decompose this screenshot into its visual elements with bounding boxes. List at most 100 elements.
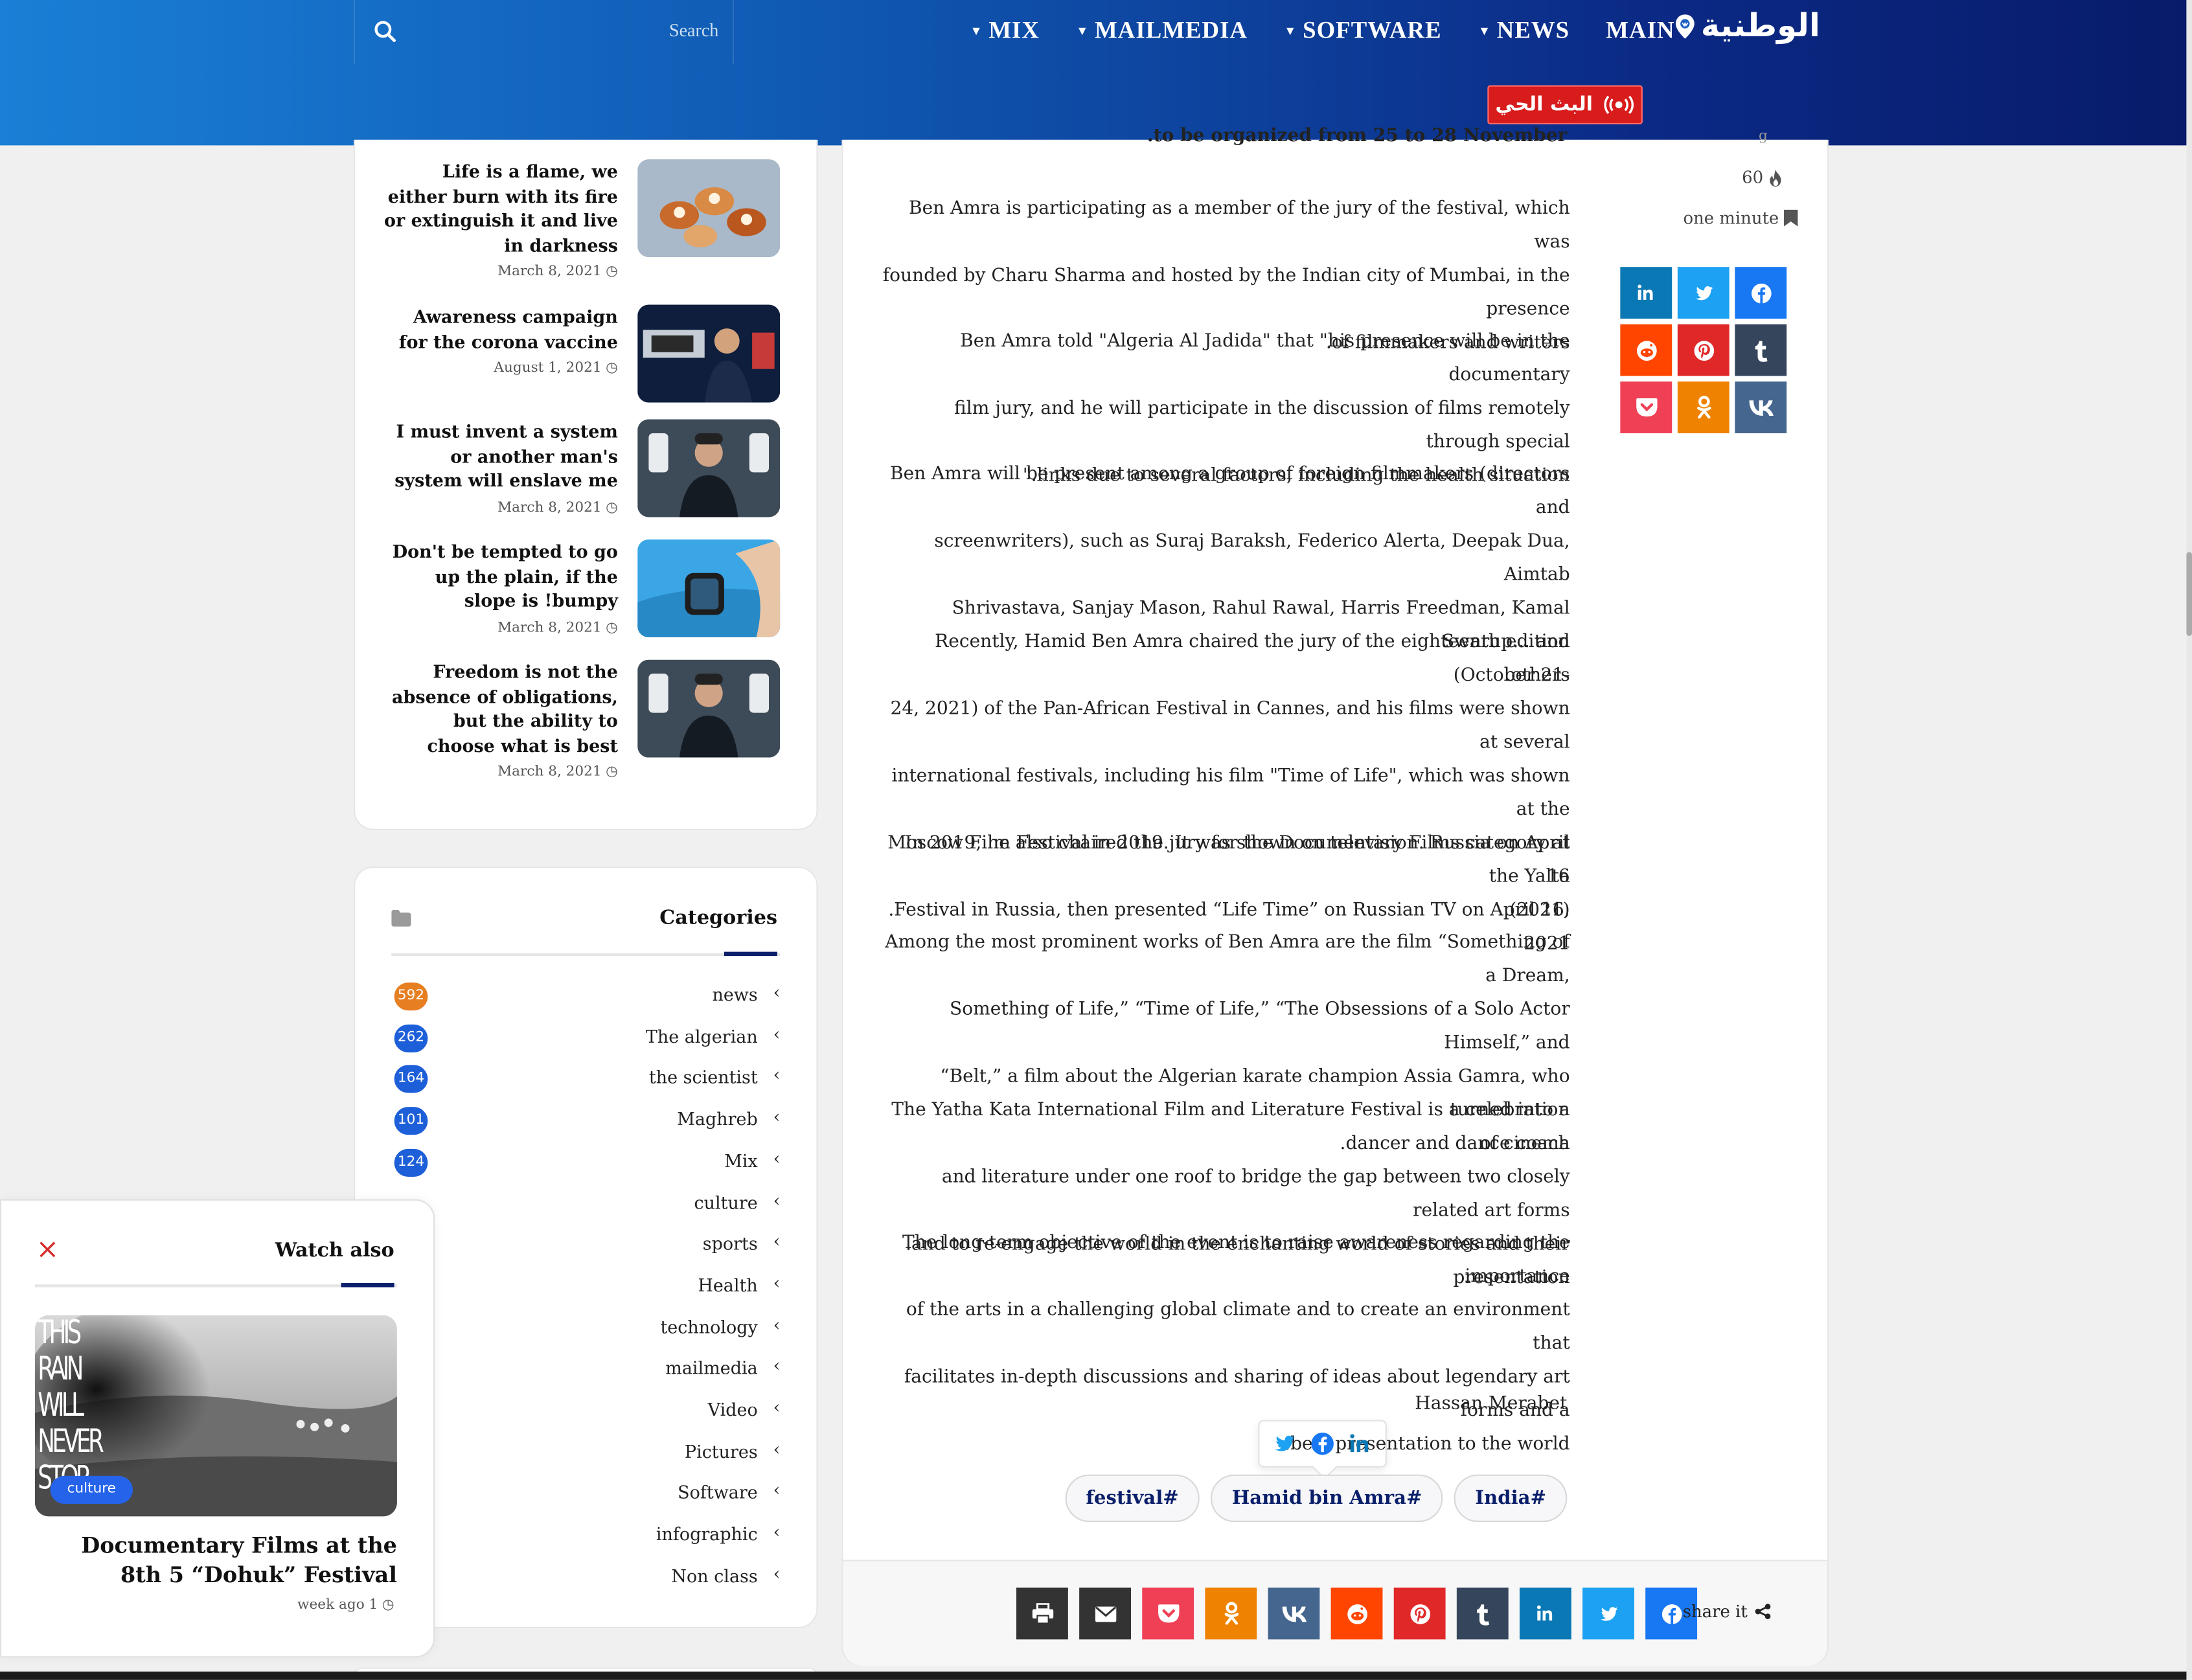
facebook-icon[interactable]: [1310, 1431, 1335, 1457]
category-item[interactable]: 101 Maghreb ‹: [391, 1106, 780, 1136]
nav-item-software[interactable]: ▼ SOFTWARE: [1284, 17, 1442, 45]
category-item[interactable]: infographic ‹: [391, 1521, 780, 1551]
recent-post-thumbnail[interactable]: [637, 539, 781, 638]
tag-pill[interactable]: festival#: [1065, 1474, 1200, 1523]
close-icon[interactable]: [38, 1240, 57, 1259]
side-share-pocket-button[interactable]: [1620, 381, 1673, 433]
category-name[interactable]: the scientist: [649, 1067, 758, 1087]
category-name[interactable]: Mix: [724, 1150, 757, 1171]
side-share-twitter-button[interactable]: [1677, 267, 1730, 319]
twitter-icon[interactable]: [1272, 1431, 1297, 1457]
category-item[interactable]: sports ‹: [391, 1230, 780, 1260]
watch-also-category-badge[interactable]: culture: [50, 1475, 133, 1504]
side-share-vk-button[interactable]: [1735, 381, 1787, 433]
nav-item-main[interactable]: MAIN: [1606, 17, 1674, 45]
recent-post[interactable]: Awareness campaign for the corona vaccin…: [383, 304, 791, 425]
side-share-facebook-button[interactable]: [1735, 267, 1787, 319]
category-item[interactable]: Software ‹: [391, 1479, 780, 1510]
category-name[interactable]: culture: [694, 1192, 758, 1212]
recent-post-thumbnail[interactable]: [637, 419, 781, 517]
recent-post-title[interactable]: I must invent a system or another man's …: [380, 419, 618, 492]
clock-icon: ◷: [606, 764, 618, 780]
side-share-reddit-button[interactable]: [1620, 324, 1673, 376]
clock-icon: ◷: [606, 360, 618, 376]
share-reddit-button[interactable]: [1330, 1587, 1383, 1640]
search-input[interactable]: [411, 11, 719, 51]
side-share-linkedin-button[interactable]: [1620, 267, 1673, 319]
categories-divider: [391, 953, 781, 957]
recent-post-thumbnail[interactable]: [637, 659, 781, 758]
category-item[interactable]: Video ‹: [391, 1396, 781, 1427]
recent-post-title[interactable]: Awareness campaign for the corona vaccin…: [380, 304, 618, 354]
chevron-left-icon: ‹: [773, 1314, 781, 1335]
recent-post[interactable]: I must invent a system or another man's …: [383, 419, 791, 539]
side-share-tumblr-button[interactable]: [1735, 324, 1787, 376]
share-odnoklassniki-button[interactable]: [1205, 1587, 1257, 1640]
category-name[interactable]: sports: [703, 1233, 758, 1254]
page-scrollbar[interactable]: [2186, 0, 2192, 1680]
logo-text: الوطنية: [1700, 8, 1820, 45]
share-twitter-button[interactable]: [1582, 1587, 1634, 1640]
recent-post-title[interactable]: Don't be tempted to go up the plain, if …: [380, 539, 618, 613]
category-item[interactable]: 262 The algerian ‹: [391, 1023, 780, 1053]
nav-item-mix[interactable]: ▼ MIX: [970, 17, 1040, 45]
nav-item-mailmedia[interactable]: ▼ MAILMEDIA: [1076, 17, 1248, 45]
side-share-odnoklassniki-button[interactable]: [1677, 381, 1730, 433]
category-name[interactable]: news: [712, 984, 757, 1005]
recent-post[interactable]: Don't be tempted to go up the plain, if …: [383, 539, 791, 660]
category-name[interactable]: Video: [708, 1399, 758, 1420]
linkedin-icon[interactable]: [1348, 1431, 1373, 1457]
category-item[interactable]: Health ‹: [391, 1272, 780, 1302]
share-pocket-button[interactable]: [1142, 1587, 1194, 1640]
category-name[interactable]: Non class: [671, 1565, 757, 1586]
tag-pill[interactable]: Hamid bin Amra#: [1211, 1474, 1443, 1523]
category-item[interactable]: technology ‹: [391, 1313, 780, 1344]
category-item[interactable]: 592 news ‹: [391, 981, 780, 1012]
poster-text-line: WILL: [38, 1387, 84, 1425]
share-pinterest-button[interactable]: [1393, 1587, 1446, 1640]
broadcast-icon: [1604, 95, 1634, 114]
category-name[interactable]: The algerian: [646, 1025, 758, 1046]
search-icon[interactable]: [372, 18, 400, 46]
category-item[interactable]: Non class ‹: [391, 1562, 780, 1593]
scrollbar-thumb[interactable]: [2186, 552, 2192, 636]
category-item[interactable]: Pictures ‹: [391, 1438, 780, 1468]
category-name[interactable]: Software: [678, 1482, 758, 1503]
category-item[interactable]: culture ‹: [391, 1188, 781, 1219]
share-print-button[interactable]: [1016, 1587, 1068, 1640]
site-logo[interactable]: الوطنية: [1675, 4, 1820, 49]
recent-post-title[interactable]: Life is a flame, we either burn with its…: [380, 159, 618, 257]
chevron-left-icon: ‹: [773, 1065, 781, 1085]
category-item[interactable]: 124 Mix ‹: [391, 1147, 780, 1177]
chevron-left-icon: ‹: [773, 1563, 781, 1584]
share-linkedin-button[interactable]: [1519, 1587, 1571, 1640]
article-paragraph: The long-term objective of the event is …: [882, 1227, 1570, 1462]
poster-text-line: NEVER: [38, 1424, 104, 1461]
category-name[interactable]: technology: [660, 1316, 757, 1337]
category-count-badge: 592: [394, 982, 428, 1011]
share-vk-button[interactable]: [1268, 1587, 1320, 1640]
nav-item-news[interactable]: ▼ NEWS: [1478, 17, 1570, 45]
recent-post-date: March 8, 2021 ◷: [497, 499, 618, 515]
share-email-button[interactable]: [1079, 1587, 1131, 1640]
side-share-pinterest-button[interactable]: [1677, 324, 1730, 376]
category-name[interactable]: Maghreb: [677, 1108, 758, 1129]
live-stream-button[interactable]: البث الحي: [1487, 85, 1643, 125]
recent-post-thumbnail[interactable]: [637, 159, 781, 258]
tag-pill[interactable]: India#: [1454, 1474, 1568, 1523]
category-name[interactable]: Health: [698, 1275, 757, 1295]
recent-post[interactable]: Life is a flame, we either burn with its…: [383, 159, 791, 280]
category-name[interactable]: mailmedia: [665, 1357, 757, 1378]
category-item[interactable]: mailmedia ‹: [391, 1355, 780, 1385]
chevron-left-icon: ‹: [773, 1190, 781, 1210]
category-name[interactable]: Pictures: [685, 1440, 758, 1461]
recent-post-thumbnail[interactable]: [637, 304, 781, 403]
watch-also-post-title[interactable]: Documentary Films at the 8th 5 “Dohuk” F…: [35, 1530, 397, 1589]
recent-post-title[interactable]: Freedom is not the absence of obligation…: [380, 660, 618, 758]
category-name[interactable]: infographic: [656, 1523, 758, 1544]
recent-post[interactable]: Freedom is not the absence of obligation…: [380, 659, 791, 780]
share-tumblr-button[interactable]: [1456, 1587, 1509, 1640]
recent-post-date-text: March 8, 2021: [497, 264, 602, 280]
category-item[interactable]: 164 the scientist ‹: [391, 1064, 780, 1095]
reading-time-text: one minute: [1683, 208, 1779, 228]
